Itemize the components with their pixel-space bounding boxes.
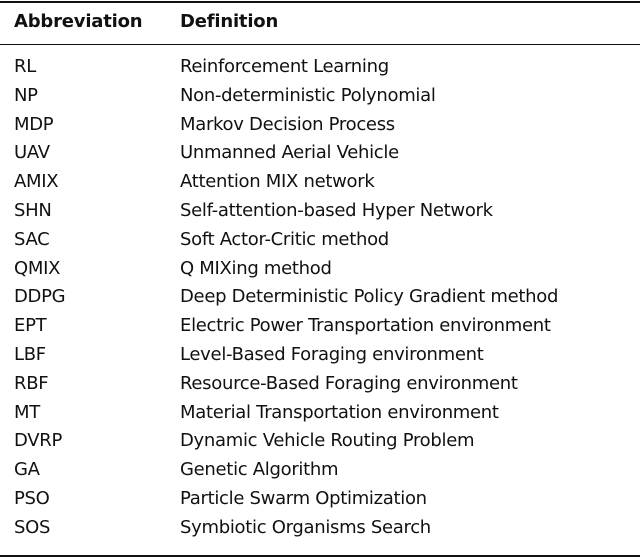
definition-cell: Soft Actor-Critic method [180, 228, 389, 250]
abbreviation-cell: AMIX [14, 171, 59, 193]
definition-cell: Particle Swarm Optimization [180, 487, 427, 509]
table-body: RL Reinforcement Learning NP Non-determinis… [0, 54, 640, 544]
table-row: SAC Soft Actor-Critic method [0, 227, 640, 256]
definition-cell: Q MIXing method [180, 257, 332, 279]
abbreviation-cell: RL [14, 56, 36, 77]
definition-cell: Attention MIX network [180, 171, 375, 193]
top-rule [0, 1, 640, 3]
abbreviation-cell: MDP [14, 113, 54, 135]
table-row: DDPG Deep Deterministic Policy Gradient m… [0, 284, 640, 313]
table-row: RBF Resource-Based Foraging environment [0, 371, 640, 400]
definition-cell: Non-deterministic Polynomial [180, 84, 436, 106]
table-row: NP Non-deterministic Polynomial [0, 83, 640, 112]
definition-cell: Symbiotic Organisms Search [180, 516, 431, 538]
definition-cell: Electric Power Transportation environmen… [180, 315, 551, 337]
abbreviation-cell: LBF [14, 343, 46, 365]
abbreviation-cell: PSO [14, 487, 50, 509]
abbreviation-cell: SHN [14, 199, 52, 221]
bottom-rule [0, 555, 640, 557]
abbreviation-cell: NP [14, 84, 38, 106]
table-row: AMIX Attention MIX network [0, 169, 640, 198]
abbreviation-cell: UAV [14, 142, 50, 164]
abbreviation-cell: SOS [14, 516, 51, 538]
abbreviation-cell: GA [14, 459, 40, 481]
header-rule [0, 44, 640, 46]
table-row: UAV Unmanned Aerial Vehicle [0, 140, 640, 169]
table-row: MDP Markov Decision Process [0, 112, 640, 141]
definition-cell: Self-attention-based Hyper Network [180, 199, 493, 221]
abbreviation-cell: MT [14, 401, 40, 423]
abbreviation-cell: DDPG [14, 286, 66, 308]
table-row: DVRP Dynamic Vehicle Routing Problem [0, 428, 640, 457]
definition-cell: Resource-Based Foraging environment [180, 372, 518, 394]
header-abbreviation: Abbreviation [14, 11, 143, 32]
abbreviation-cell: DVRP [14, 430, 63, 452]
table-row: SHN Self-attention-based Hyper Network [0, 198, 640, 227]
definition-cell: Markov Decision Process [180, 113, 395, 135]
definition-cell: Unmanned Aerial Vehicle [180, 142, 399, 164]
table-row: MT Material Transportation environment [0, 400, 640, 429]
definition-cell: Reinforcement Learning [180, 56, 389, 77]
header-definition: Definition [180, 11, 279, 32]
table-row: EPT Electric Power Transportation environ… [0, 313, 640, 342]
table-row: QMIX Q MIXing method [0, 256, 640, 285]
definition-cell: Dynamic Vehicle Routing Problem [180, 430, 475, 452]
table-row: LBF Level-Based Foraging environment [0, 342, 640, 371]
abbreviation-cell: SAC [14, 228, 50, 250]
abbreviation-cell: RBF [14, 372, 49, 394]
definition-cell: Deep Deterministic Policy Gradient metho… [180, 286, 559, 308]
table-row: RL Reinforcement Learning [0, 54, 640, 83]
table-row: SOS Symbiotic Organisms Search [0, 515, 640, 544]
table-row: PSO Particle Swarm Optimization [0, 486, 640, 515]
definition-cell: Level-Based Foraging environment [180, 343, 484, 365]
abbreviation-cell: QMIX [14, 257, 61, 279]
definition-cell: Genetic Algorithm [180, 459, 339, 481]
abbreviation-cell: EPT [14, 315, 47, 337]
definition-cell: Material Transportation environment [180, 401, 499, 423]
table-row: GA Genetic Algorithm [0, 457, 640, 486]
